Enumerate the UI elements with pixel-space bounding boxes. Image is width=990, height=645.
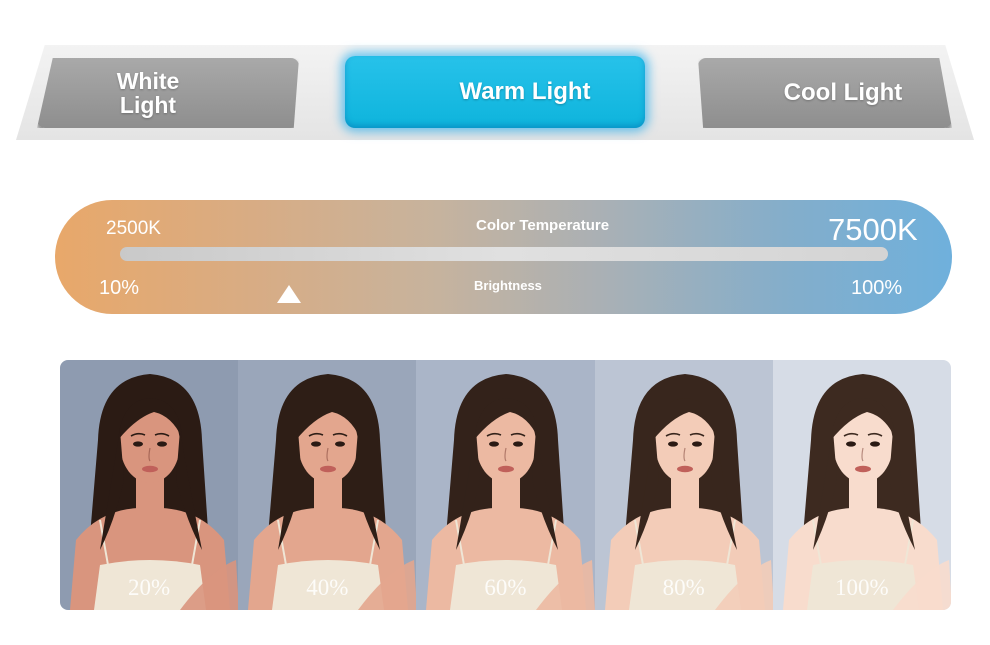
sample-panel-5: 100%	[772, 360, 951, 610]
sample-label: 20%	[128, 575, 171, 600]
color-temperature-control: 2500K Color Temperature 7500K 10% Bright…	[55, 200, 952, 314]
sample-panel-1: 20%	[60, 360, 239, 610]
brightness-title: Brightness	[474, 278, 542, 293]
warm-light-button[interactable]: Warm Light	[345, 56, 645, 128]
brightness-slider-track[interactable]	[120, 247, 888, 261]
brightness-max-label: 100%	[851, 277, 903, 299]
temperature-max-label: 7500K	[828, 212, 918, 247]
sample-panel-3: 60%	[416, 360, 595, 610]
portrait-image	[238, 360, 417, 610]
cool-light-button[interactable]: Cool Light	[698, 58, 952, 128]
cool-light-label: Cool Light	[783, 79, 903, 106]
sample-label: 80%	[662, 575, 705, 600]
temperature-min-label: 2500K	[106, 218, 161, 239]
temperature-title: Color Temperature	[476, 217, 610, 234]
warm-light-label: Warm Light	[459, 78, 591, 105]
sample-label: 60%	[484, 575, 527, 600]
sample-label: 100%	[835, 575, 889, 600]
brightness-sample-strip: 20% 40% 60% 80% 100%	[60, 360, 951, 610]
brightness-slider-thumb[interactable]	[276, 285, 301, 303]
portrait-image	[594, 360, 773, 610]
portrait-image	[416, 360, 595, 610]
portrait-image	[60, 360, 239, 610]
sample-panel-4: 80%	[594, 360, 773, 610]
sample-panel-2: 40%	[238, 360, 417, 610]
white-light-button[interactable]: White Light	[37, 58, 299, 128]
portrait-image	[772, 360, 951, 610]
brightness-min-label: 10%	[99, 277, 140, 299]
white-light-label: White Light	[116, 68, 180, 118]
sample-label: 40%	[306, 575, 349, 600]
